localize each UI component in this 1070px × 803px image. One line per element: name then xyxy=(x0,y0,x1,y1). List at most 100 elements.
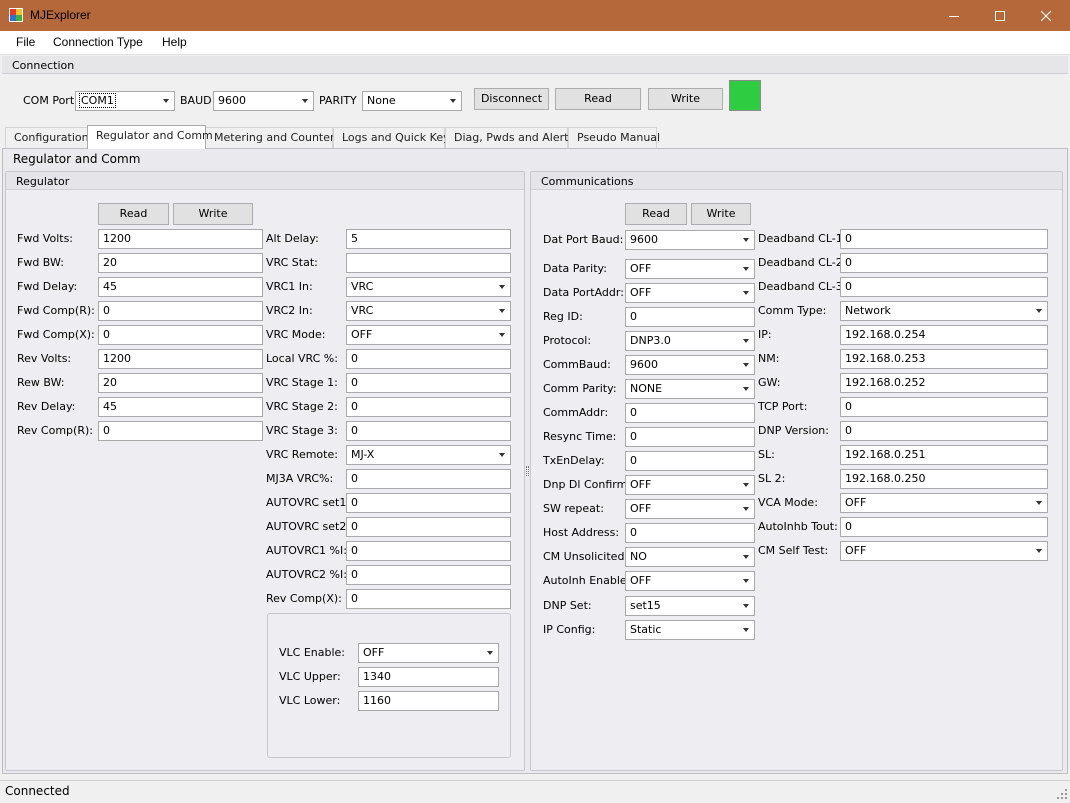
fwd-comp-r-value: 0 xyxy=(103,304,110,317)
autovrc-set2-input[interactable]: 0 xyxy=(346,517,511,537)
rew-bw-input[interactable]: 20 xyxy=(98,373,263,393)
dnp-version-value: 0 xyxy=(845,424,852,437)
rev-comp-r-input[interactable]: 0 xyxy=(98,421,263,441)
fwd-volts-input[interactable]: 1200 xyxy=(98,229,263,249)
commaddr-input[interactable]: 0 xyxy=(625,403,755,423)
host-address-input[interactable]: 0 xyxy=(625,523,755,543)
autovrc2-i-value: 0 xyxy=(351,568,358,581)
ip-input[interactable]: 192.168.0.254 xyxy=(840,325,1048,345)
comm-parity-select[interactable]: NONE xyxy=(625,379,755,399)
minimize-icon xyxy=(949,15,959,17)
maximize-button[interactable] xyxy=(977,0,1023,31)
fwd-bw-input[interactable]: 20 xyxy=(98,253,263,273)
vrc-stage-2-input[interactable]: 0 xyxy=(346,397,511,417)
page-title: Regulator and Comm xyxy=(13,152,141,166)
autovrc2-i-input[interactable]: 0 xyxy=(346,565,511,585)
comm-read-button[interactable]: Read xyxy=(625,203,687,225)
local-vrc-input[interactable]: 0 xyxy=(346,349,511,369)
protocol-select[interactable]: DNP3.0 xyxy=(625,331,755,351)
cm-unsolicited-select[interactable]: NO xyxy=(625,547,755,567)
vlc-upper-input[interactable]: 1340 xyxy=(358,667,499,687)
vrc-stage-1-input[interactable]: 0 xyxy=(346,373,511,393)
connection-write-button[interactable]: Write xyxy=(648,88,723,110)
fwd-delay-input[interactable]: 45 xyxy=(98,277,263,297)
tab-regulator-and-comm[interactable]: Regulator and Comm xyxy=(87,125,213,149)
resize-grip-icon[interactable] xyxy=(1056,788,1068,803)
tab-metering-and-counters[interactable]: Metering and Counters xyxy=(205,127,340,148)
ip-value: 192.168.0.254 xyxy=(845,328,926,341)
deadband-cl-1-input[interactable]: 0 xyxy=(840,229,1048,249)
fwd-comp-r-input[interactable]: 0 xyxy=(98,301,263,321)
mj3a-vrc-value: 0 xyxy=(351,472,358,485)
connection-status-indicator xyxy=(729,80,761,111)
autovrc-set1-input[interactable]: 0 xyxy=(346,493,511,513)
menu-help[interactable]: Help xyxy=(162,35,187,49)
sl-2-input[interactable]: 192.168.0.250 xyxy=(840,469,1048,489)
vrc-stage-2-label: VRC Stage 2: xyxy=(266,400,338,413)
chevron-down-icon xyxy=(743,604,749,608)
chevron-down-icon xyxy=(743,628,749,632)
tab-logs-and-quick-key[interactable]: Logs and Quick Key xyxy=(333,127,450,148)
data-parity-select[interactable]: OFF xyxy=(625,259,755,279)
vlc-enable-select[interactable]: OFF xyxy=(358,643,499,663)
tab-configuration[interactable]: Configuration xyxy=(5,127,89,148)
tab-pseudo-manual[interactable]: Pseudo Manual xyxy=(568,127,660,148)
parity-select[interactable]: None xyxy=(362,91,462,111)
vrc1-in-select[interactable]: VRC xyxy=(346,277,511,297)
tab-diag-pwds-alerts[interactable]: Diag, Pwds and Alerts xyxy=(445,127,574,148)
regulator-title: Regulator xyxy=(16,175,70,188)
comm-write-button[interactable]: Write xyxy=(691,203,751,225)
dnp-set-select[interactable]: set15 xyxy=(625,596,755,616)
sl-input[interactable]: 192.168.0.251 xyxy=(840,445,1048,465)
menu-connection-type[interactable]: Connection Type xyxy=(53,35,143,49)
commbaud-select[interactable]: 9600 xyxy=(625,355,755,375)
tcp-port-input[interactable]: 0 xyxy=(840,397,1048,417)
mj3a-vrc-input[interactable]: 0 xyxy=(346,469,511,489)
autovrc1-i-input[interactable]: 0 xyxy=(346,541,511,561)
rev-volts-input[interactable]: 1200 xyxy=(98,349,263,369)
minimize-button[interactable] xyxy=(931,0,977,31)
close-button[interactable] xyxy=(1023,0,1069,31)
vrc-remote-select[interactable]: MJ-X xyxy=(346,445,511,465)
vrc-stage-3-input[interactable]: 0 xyxy=(346,421,511,441)
nm-input[interactable]: 192.168.0.253 xyxy=(840,349,1048,369)
reg-id-input[interactable]: 0 xyxy=(625,307,755,327)
baud-select[interactable]: 9600 xyxy=(213,91,314,111)
autoinhb-tout-label: AutoInhb Tout: xyxy=(758,520,838,533)
resync-time-input[interactable]: 0 xyxy=(625,427,755,447)
fwd-comp-x-input[interactable]: 0 xyxy=(98,325,263,345)
regulator-write-button[interactable]: Write xyxy=(173,203,253,225)
data-portaddr-select[interactable]: OFF xyxy=(625,283,755,303)
close-icon xyxy=(1041,10,1051,21)
title-bar[interactable] xyxy=(0,0,1070,31)
com-port-select[interactable]: COM1 xyxy=(75,91,175,111)
dnp-version-input[interactable]: 0 xyxy=(840,421,1048,441)
rev-delay-input[interactable]: 45 xyxy=(98,397,263,417)
gw-input[interactable]: 192.168.0.252 xyxy=(840,373,1048,393)
sw-repeat-select[interactable]: OFF xyxy=(625,499,755,519)
vrc-stat-input[interactable] xyxy=(346,253,511,273)
rev-comp-x-input[interactable]: 0 xyxy=(346,589,511,609)
deadband-cl-3-input[interactable]: 0 xyxy=(840,277,1048,297)
regulator-read-button[interactable]: Read xyxy=(98,203,169,225)
comm-type-select[interactable]: Network xyxy=(840,301,1048,321)
cm-self-test-select[interactable]: OFF xyxy=(840,541,1048,561)
vrc2-in-select[interactable]: VRC xyxy=(346,301,511,321)
vrc-mode-select[interactable]: OFF xyxy=(346,325,511,345)
connection-read-button[interactable]: Read xyxy=(555,88,641,110)
splitter-handle[interactable] xyxy=(526,466,529,476)
menu-file[interactable]: File xyxy=(16,35,35,49)
sw-repeat-label: SW repeat: xyxy=(543,502,604,515)
dat-port-baud-select[interactable]: 9600 xyxy=(625,230,755,250)
vlc-lower-input[interactable]: 1160 xyxy=(358,691,499,711)
dnp-dl-confirm-select[interactable]: OFF xyxy=(625,475,755,495)
comm-parity-value: NONE xyxy=(630,382,663,395)
disconnect-button[interactable]: Disconnect xyxy=(474,88,549,110)
vca-mode-select[interactable]: OFF xyxy=(840,493,1048,513)
autoinh-enable-select[interactable]: OFF xyxy=(625,571,755,591)
autoinhb-tout-input[interactable]: 0 xyxy=(840,517,1048,537)
deadband-cl-2-input[interactable]: 0 xyxy=(840,253,1048,273)
ip-config-select[interactable]: Static xyxy=(625,620,755,640)
alt-delay-input[interactable]: 5 xyxy=(346,229,511,249)
txendelay-input[interactable]: 0 xyxy=(625,451,755,471)
